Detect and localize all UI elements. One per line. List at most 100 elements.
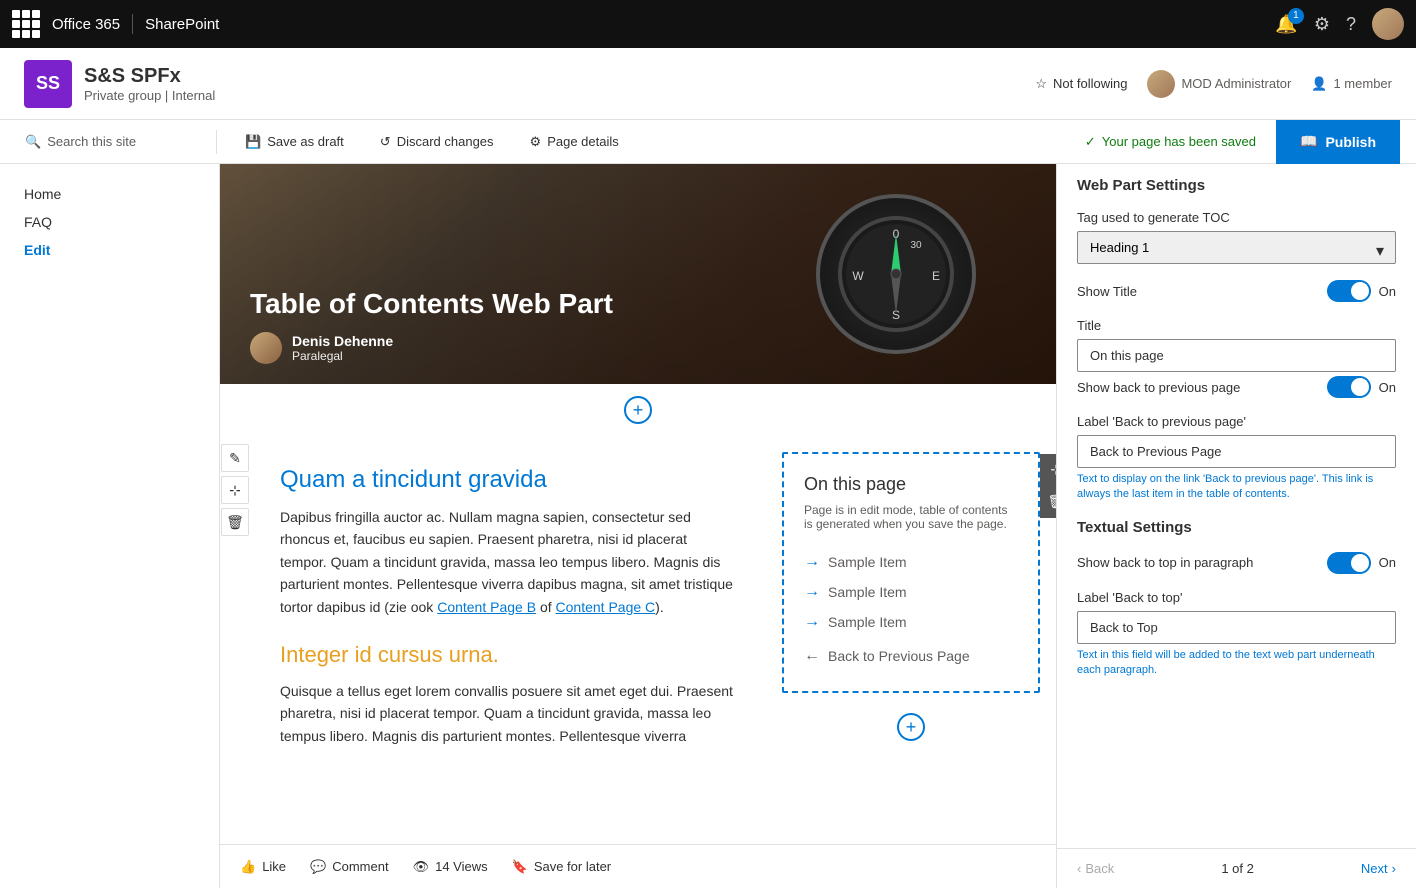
discard-changes-button[interactable]: ↺ Discard changes	[372, 130, 502, 154]
show-top-switch[interactable]	[1327, 552, 1371, 574]
hero-section: 0 E S W 30 Table of Contents Web Part De…	[220, 164, 1056, 384]
add-webpart-button-toc[interactable]: +	[897, 713, 925, 741]
like-button[interactable]: 👍 Like	[240, 859, 286, 875]
book-icon: 📖	[1300, 133, 1317, 150]
edit-action-button[interactable]: ✎	[221, 444, 249, 472]
page-details-button[interactable]: ⚙ Page details	[522, 130, 627, 154]
avatar-image	[1372, 8, 1404, 40]
right-panel-body: Use the settings panel to configure your…	[1057, 102, 1416, 848]
nav-home[interactable]: Home	[0, 180, 219, 208]
like-icon: 👍	[240, 859, 256, 875]
saved-status: ✓ Your page has been saved	[1085, 134, 1256, 150]
save-draft-button[interactable]: 💾 Save as draft	[237, 130, 352, 154]
site-subtitle: Private group | Internal	[84, 88, 1035, 103]
help-button[interactable]: ?	[1346, 14, 1356, 35]
toc-widget-toolbar: ✎ ⊹ 🗑	[1040, 454, 1056, 518]
member-count: 1 member	[1333, 76, 1392, 91]
content-para-2: Quisque a tellus eget lorem convallis po…	[280, 680, 736, 747]
site-header: SS S&S SPFx Private group | Internal ☆ N…	[0, 48, 1416, 120]
author-name: Denis Dehenne	[292, 333, 393, 349]
toc-item-label-3: Sample Item	[828, 614, 907, 630]
site-info: S&S SPFx Private group | Internal	[84, 65, 1035, 103]
toc-back-link[interactable]: ← Back to Previous Page	[804, 641, 1018, 671]
toc-item-label-2: Sample Item	[828, 584, 907, 600]
show-title-switch[interactable]	[1327, 280, 1371, 302]
back-label-input[interactable]	[1077, 435, 1396, 468]
toc-arrow-1: →	[804, 553, 820, 571]
show-back-toggle[interactable]: On	[1327, 376, 1396, 398]
save-later-icon: 🔖	[512, 859, 528, 875]
settings-button[interactable]: ⚙	[1314, 14, 1330, 35]
nav-edit[interactable]: Edit	[0, 236, 219, 264]
check-icon: ✓	[1085, 134, 1096, 150]
compass-decoration: 0 E S W 30	[816, 194, 976, 354]
left-action-bar: ✎ ⊹ 🗑	[220, 436, 250, 789]
tag-select-wrap: Heading 1 Heading 2 Heading 3	[1077, 231, 1396, 264]
page-details-label: Page details	[547, 134, 619, 149]
save-draft-icon: 💾	[245, 134, 261, 150]
toolbar: 🔍 Search this site 💾 Save as draft ↺ Dis…	[0, 120, 1416, 164]
content-para-1: Dapibus fringilla auctor ac. Nullam magn…	[280, 506, 736, 618]
admin-avatar	[1147, 70, 1175, 98]
show-title-toggle[interactable]: On	[1327, 280, 1396, 302]
textual-settings-title: Textual Settings	[1077, 519, 1396, 536]
discard-icon: ↺	[380, 134, 391, 150]
publish-button[interactable]: 📖 Publish	[1276, 120, 1400, 164]
show-title-label: Show Title	[1077, 284, 1137, 299]
toc-widget-note: Page is in edit mode, table of contents …	[804, 503, 1018, 531]
show-back-switch[interactable]	[1327, 376, 1371, 398]
notification-button[interactable]: 🔔 1	[1275, 14, 1297, 35]
tag-select[interactable]: Heading 1 Heading 2 Heading 3	[1077, 231, 1396, 264]
discard-label: Discard changes	[397, 134, 494, 149]
content-link-c[interactable]: Content Page C	[556, 599, 656, 615]
back-chevron-icon: ‹	[1077, 861, 1081, 876]
back-label-hint: Text to display on the link 'Back to pre…	[1077, 472, 1396, 503]
show-top-on-label: On	[1379, 555, 1396, 570]
toc-move-button[interactable]: ⊹	[1040, 454, 1056, 486]
save-draft-label: Save as draft	[267, 134, 344, 149]
delete-action-button[interactable]: 🗑	[221, 508, 249, 536]
show-top-row: Show back to top in paragraph On	[1077, 552, 1396, 574]
views-button[interactable]: 👁 14 Views	[413, 859, 488, 875]
toc-widget-title: On this page	[804, 474, 1018, 495]
search-box[interactable]: 🔍 Search this site	[16, 129, 196, 155]
svg-text:E: E	[932, 269, 940, 283]
bottom-bar: 👍 Like 💬 Comment 👁 14 Views 🔖 Save for l…	[220, 844, 1056, 888]
site-name: S&S SPFx	[84, 65, 1035, 88]
hero-author-details: Denis Dehenne Paralegal	[292, 333, 393, 363]
details-icon: ⚙	[530, 134, 542, 150]
views-icon: 👁	[413, 859, 430, 875]
comment-button[interactable]: 💬 Comment	[310, 859, 389, 875]
back-top-input[interactable]	[1077, 611, 1396, 644]
add-section-top: +	[220, 384, 1056, 436]
save-later-button[interactable]: 🔖 Save for later	[512, 859, 612, 875]
footer-next-button[interactable]: Next ›	[1361, 861, 1396, 876]
user-avatar[interactable]	[1372, 8, 1404, 40]
nav-faq[interactable]: FAQ	[0, 208, 219, 236]
top-nav-right: 🔔 1 ⚙ ?	[1275, 8, 1404, 40]
waffle-menu[interactable]	[12, 10, 40, 38]
search-placeholder: Search this site	[47, 134, 136, 149]
top-navigation: Office 365 SharePoint 🔔 1 ⚙ ?	[0, 0, 1416, 48]
title-input[interactable]	[1077, 339, 1396, 372]
comment-label: Comment	[332, 859, 388, 874]
footer-back-button[interactable]: ‹ Back	[1077, 861, 1114, 876]
footer-back-label: Back	[1085, 861, 1114, 876]
star-icon: ☆	[1035, 76, 1047, 92]
show-top-toggle[interactable]: On	[1327, 552, 1396, 574]
tag-label: Tag used to generate TOC	[1077, 210, 1396, 225]
toc-item-1[interactable]: → Sample Item	[804, 547, 1018, 577]
web-part-settings-title: Web Part Settings	[1077, 177, 1396, 194]
content-link-b[interactable]: Content Page B	[437, 599, 536, 615]
toc-item-2[interactable]: → Sample Item	[804, 577, 1018, 607]
move-action-button[interactable]: ⊹	[221, 476, 249, 504]
add-webpart-button-top[interactable]: +	[624, 396, 652, 424]
not-following-button[interactable]: ☆ Not following	[1035, 76, 1127, 92]
admin-info: MOD Administrator	[1147, 70, 1291, 98]
toc-widget: ✎ ⊹ 🗑 On this page Page is in edit mode,…	[782, 452, 1040, 693]
toc-delete-button[interactable]: 🗑	[1040, 486, 1056, 518]
show-title-on-label: On	[1379, 284, 1396, 299]
not-following-label: Not following	[1053, 76, 1127, 91]
toolbar-separator-1	[216, 130, 217, 154]
toc-item-3[interactable]: → Sample Item	[804, 607, 1018, 637]
